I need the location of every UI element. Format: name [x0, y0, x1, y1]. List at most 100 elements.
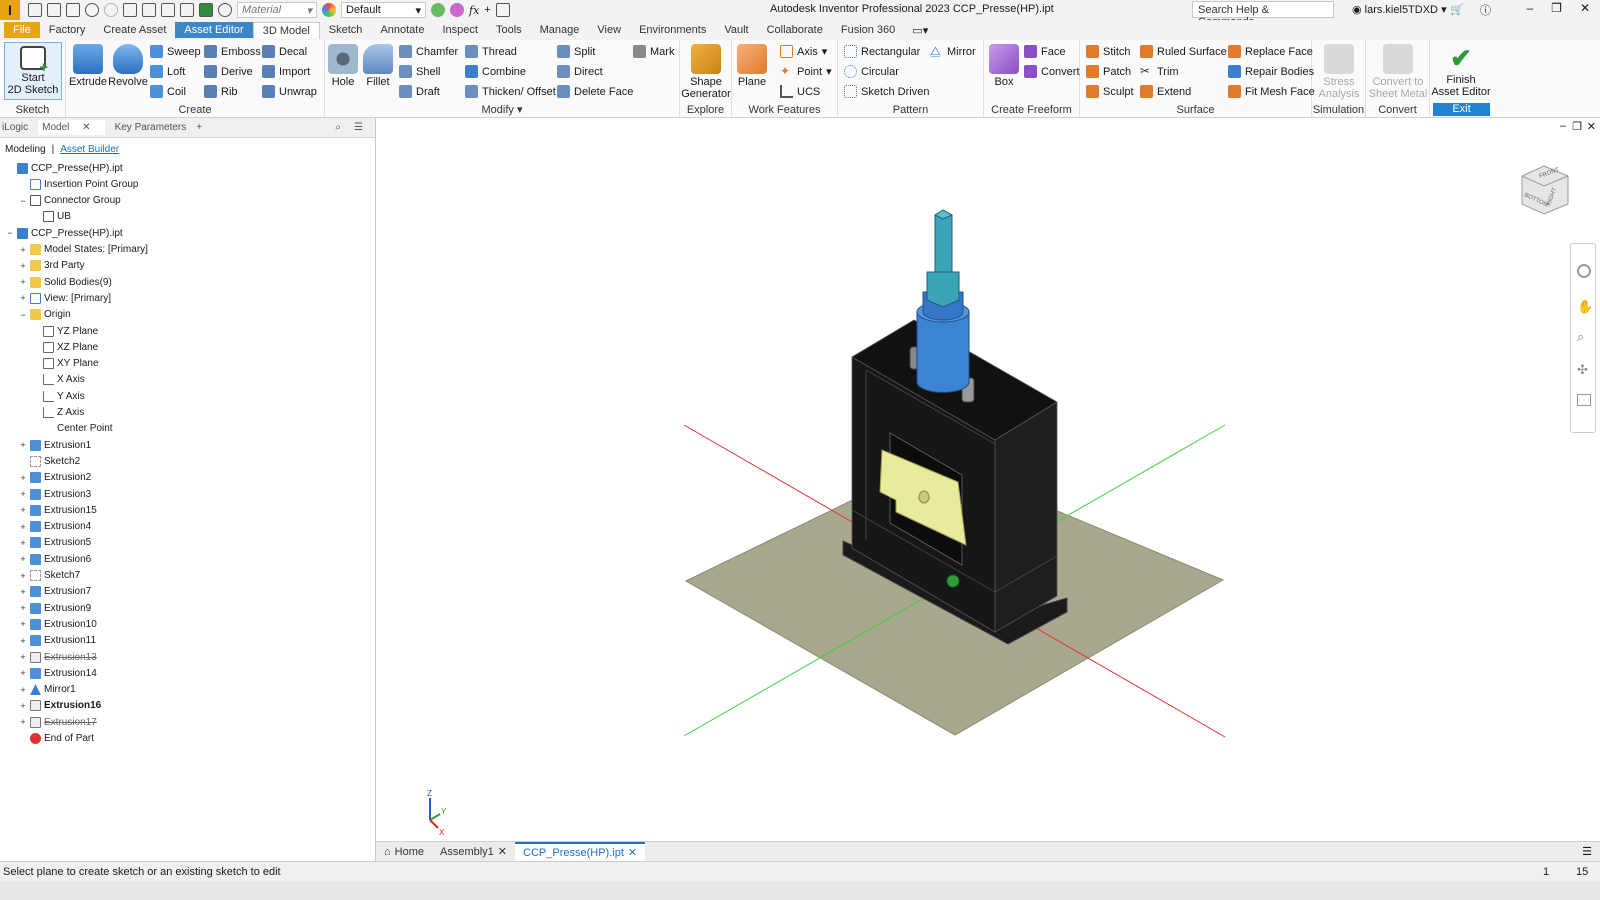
tab-model[interactable]: Model ✕	[38, 120, 105, 135]
doc-tab-ccp-presse[interactable]: CCP_Presse(HP).ipt ✕	[515, 841, 646, 862]
replace-face-button[interactable]: Replace Face	[1228, 45, 1313, 58]
tree-item[interactable]: XZ Plane	[32, 339, 98, 355]
parameters-icon[interactable]	[495, 3, 510, 17]
expand-icon[interactable]: +	[19, 701, 27, 710]
tree-item[interactable]: + Solid Bodies(9)	[19, 274, 112, 290]
tree-item[interactable]: Insertion Point Group	[19, 176, 139, 192]
expand-icon[interactable]: +	[19, 490, 27, 499]
tree-item[interactable]: + Extrusion3	[19, 486, 91, 502]
sketch-driven-pattern-button[interactable]: Sketch Driven	[844, 85, 929, 98]
collapse-icon[interactable]: −	[19, 310, 27, 319]
modify-panel-label[interactable]: Modify ▾	[325, 103, 679, 116]
model-scene[interactable]	[376, 118, 1600, 841]
convert-button[interactable]: Convert	[1024, 65, 1080, 78]
rib-button[interactable]: Rib	[204, 85, 238, 98]
update-icon[interactable]	[142, 3, 156, 17]
mirror-button[interactable]: ⧋ Mirror	[930, 45, 976, 58]
home-icon[interactable]	[123, 3, 137, 17]
tab-manage[interactable]: Manage	[531, 22, 589, 38]
appearance-select[interactable]: Default ▾	[341, 2, 426, 18]
fx-icon[interactable]: fx	[469, 4, 479, 17]
inventor-logo-icon[interactable]: I	[0, 0, 20, 20]
orbit-icon[interactable]: ✣	[1577, 362, 1588, 378]
undo-icon[interactable]	[85, 3, 99, 17]
tree-item[interactable]: + Sketch7	[19, 568, 80, 584]
color-override-icon[interactable]	[199, 3, 213, 17]
minimize-icon[interactable]: –	[1526, 1, 1533, 15]
tree-item[interactable]: CCP_Presse(HP).ipt	[6, 160, 123, 176]
shape-generator-button[interactable]: Shape Generator	[681, 44, 731, 100]
expand-icon[interactable]: +	[19, 261, 27, 270]
search-icon[interactable]: ⌕	[335, 122, 341, 133]
tab-3d-model[interactable]: 3D Model	[252, 21, 320, 39]
graphics-viewport[interactable]: – ❐ ✕ FRONT RIGHT BOTTOM Z Y X	[376, 118, 1600, 841]
save-icon[interactable]	[66, 3, 80, 17]
stress-analysis-button[interactable]: Stress Analysis	[1314, 44, 1364, 100]
doc-tab-home[interactable]: ⌂ Home	[376, 846, 432, 858]
expand-icon[interactable]: +	[19, 538, 27, 547]
derive-button[interactable]: Derive	[204, 65, 253, 78]
expand-icon[interactable]: +	[19, 636, 27, 645]
expand-icon[interactable]: +	[19, 522, 27, 531]
ruled-surface-button[interactable]: Ruled Surface	[1140, 45, 1227, 58]
finish-asset-editor-button[interactable]: ✔ Finish Asset Editor	[1431, 42, 1490, 98]
tree-item[interactable]: + View: [Primary]	[19, 290, 111, 306]
close-icon[interactable]: ✕	[498, 845, 507, 858]
cart-icon[interactable]: 🛒	[1450, 3, 1464, 16]
tree-item[interactable]: + Extrusion14	[19, 665, 97, 681]
delete-face-button[interactable]: Delete Face	[557, 85, 633, 98]
material-select[interactable]: Material ▾	[237, 2, 317, 18]
tab-inspect[interactable]: Inspect	[433, 22, 486, 38]
expand-icon[interactable]: +	[19, 441, 27, 450]
expand-icon[interactable]: +	[19, 506, 27, 515]
tree-item[interactable]: + Extrusion11	[19, 633, 96, 649]
tab-key-parameters[interactable]: Key Parameters	[115, 122, 187, 133]
thicken-offset-button[interactable]: Thicken/ Offset	[465, 85, 556, 98]
plus-icon[interactable]: +	[484, 4, 490, 16]
expand-icon[interactable]: +	[19, 278, 27, 287]
split-button[interactable]: Split	[557, 45, 595, 58]
fillet-button[interactable]: Fillet	[361, 44, 395, 88]
sculpt-button[interactable]: Sculpt	[1086, 85, 1134, 98]
rectangular-pattern-button[interactable]: Rectangular	[844, 45, 920, 58]
mode-modeling[interactable]: Modeling	[5, 144, 46, 155]
user-account[interactable]: ◉ lars.kiel5TDXD ▾	[1352, 3, 1447, 16]
zoom-icon[interactable]: ⌕	[1577, 329, 1584, 345]
tab-fusion-360[interactable]: Fusion 360	[832, 22, 904, 38]
thread-button[interactable]: Thread	[465, 45, 517, 58]
tab-asset-editor[interactable]: Asset Editor	[175, 22, 253, 38]
box-button[interactable]: Box	[988, 44, 1020, 88]
loft-button[interactable]: Loft	[150, 65, 185, 78]
measure-icon[interactable]	[180, 3, 194, 17]
clear-appearance-icon[interactable]	[450, 3, 464, 17]
tab-annotate[interactable]: Annotate	[371, 22, 433, 38]
coil-button[interactable]: Coil	[150, 85, 186, 98]
search-help-input[interactable]: Search Help & Commands...	[1192, 1, 1334, 28]
extend-button[interactable]: Extend	[1140, 85, 1191, 98]
tree-item[interactable]: + Extrusion1	[19, 437, 91, 453]
tree-item[interactable]: − Connector Group	[19, 193, 121, 209]
repair-bodies-button[interactable]: Repair Bodies	[1228, 65, 1314, 78]
draft-button[interactable]: Draft	[399, 85, 440, 98]
start-2d-sketch-button[interactable]: + Start 2D Sketch	[4, 42, 62, 100]
tree-item[interactable]: + Extrusion10	[19, 616, 97, 632]
close-icon[interactable]: ✕	[1580, 1, 1590, 15]
tab-file[interactable]: File	[4, 22, 40, 38]
point-button[interactable]: ✦ Point ▾	[780, 65, 832, 79]
help-icon[interactable]: ⓘ	[1480, 2, 1491, 18]
tree-item[interactable]: Y Axis	[32, 388, 85, 404]
view-face-icon[interactable]	[1577, 394, 1591, 406]
tree-item[interactable]: − Origin	[19, 307, 71, 323]
tab-sketch[interactable]: Sketch	[320, 22, 372, 38]
tree-item[interactable]: XY Plane	[32, 356, 99, 372]
expand-icon[interactable]: +	[19, 571, 27, 580]
hole-button[interactable]: Hole	[327, 44, 359, 88]
revolve-button[interactable]: Revolve	[108, 44, 148, 88]
expand-icon[interactable]: +	[19, 587, 27, 596]
appearance-ball-icon[interactable]	[322, 3, 336, 17]
doc-tabs-menu-icon[interactable]: ☰	[1582, 845, 1592, 858]
combine-button[interactable]: Combine	[465, 65, 526, 78]
tab-factory[interactable]: Factory	[40, 22, 95, 38]
tab-collaborate[interactable]: Collaborate	[758, 22, 832, 38]
stitch-button[interactable]: Stitch	[1086, 45, 1131, 58]
